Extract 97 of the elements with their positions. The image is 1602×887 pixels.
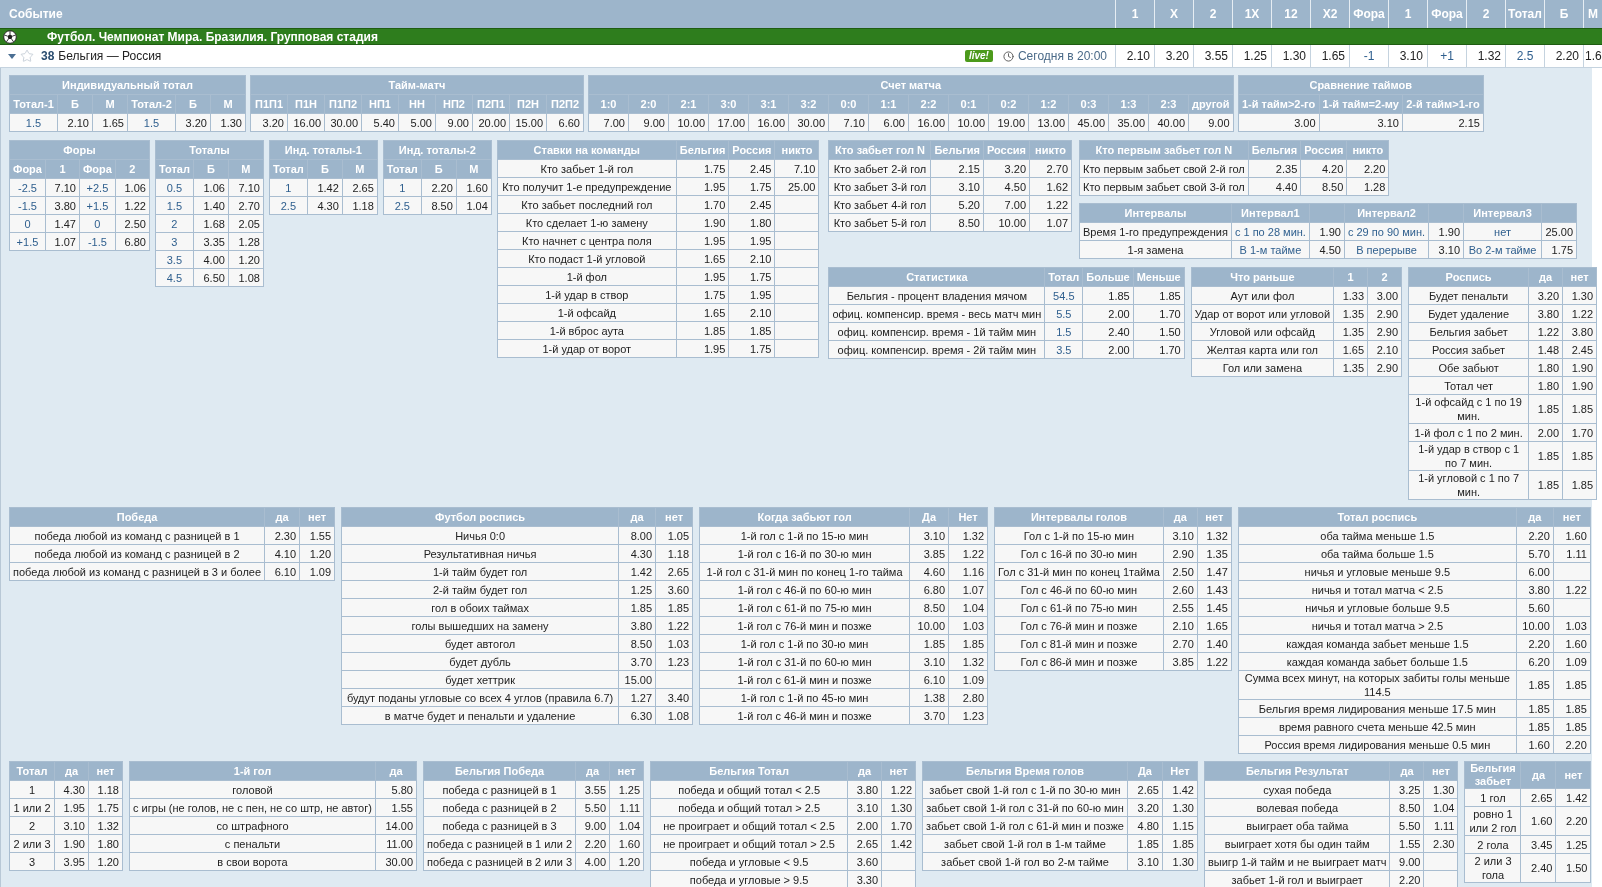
table-title: Когда забьют гол [699,507,910,527]
caret-down-icon[interactable] [8,52,16,60]
odds-cell[interactable]: 1.25 [1232,45,1271,67]
column-header: да [375,761,417,781]
column-header: Больше [1082,267,1134,287]
table-title: Футбол роспись [341,507,619,527]
event-teams[interactable]: Бельгия — Россия [58,47,162,65]
column-header: Интервал2 [1344,203,1429,223]
column-header: Да [909,507,949,527]
table-title: Что раньше [1191,267,1334,287]
column-header: никто [1029,140,1072,160]
odds-cell[interactable]: 3.20 [1154,45,1193,67]
column-header: нет [1556,761,1591,789]
column-header: нет [1424,761,1458,781]
column-header: да [618,507,656,527]
table-title: Роспись [1408,267,1529,287]
odds-cell[interactable]: 3.55 [1193,45,1232,67]
table-title: Победа [9,507,265,527]
table-cell: 2 или 3 гола [1465,853,1521,883]
table-cell: 1-й угловой с 1 по 7 мин. [1408,470,1529,500]
table-title: Инд. тоталы-2 [383,140,492,160]
table-title: Кто забьет гол N [828,140,931,160]
table-title: Тоталы [155,140,264,160]
odds-cell[interactable]: 3.10 [1388,45,1427,67]
table-title: Интервалы голов [994,507,1164,527]
column-header: никто [1346,140,1389,160]
column-header: нет [88,761,123,781]
table-title: Инд. тоталы-1 [269,140,378,160]
odds-cell[interactable]: 2.20 [1544,45,1583,67]
table-title: Статистика [828,267,1045,287]
column-header: да [1390,761,1424,781]
column-header: 2 [1367,267,1402,287]
table-title: Бельгия Победа [423,761,576,781]
table-title: Счет матча [588,75,1234,95]
column-header: Интервал3 [1463,203,1542,223]
column-header: нет [655,507,693,527]
odds-cell[interactable]: 1.32 [1466,45,1505,67]
column-header: нет [1562,267,1597,287]
column-header: Россия [1300,140,1347,160]
table-title: Интервалы [1079,203,1232,223]
table-title: Тотал [9,761,55,781]
column-header: Бельгия [930,140,984,160]
column-header: Да [1127,761,1163,781]
column-header: да [575,761,610,781]
param-cell: +1 [1427,45,1466,67]
table-cell: ровно 1 или 2 гол [1465,806,1521,836]
table-title: 1-й гол [129,761,376,781]
table-title: Тотал роспись [1238,507,1517,527]
param-cell: -1 [1349,45,1388,67]
clock-icon [1002,50,1014,62]
league-name: Футбол. Чемпионат Мира. Бразилия. Групповая стадия [47,28,378,46]
table-cell: 1-й офсайд с 1 по 19 мин. [1408,394,1529,424]
column-header: Меньше [1133,267,1185,287]
table-title: Сравнение таймов [1238,75,1484,95]
column-header: Россия [728,140,775,160]
param-cell: 2.5 [1505,45,1544,67]
column-header: Россия [983,140,1030,160]
column-header: нет [299,507,335,527]
column-header: Бельгия [1248,140,1301,160]
odds-cell[interactable]: 1.6 [1583,45,1602,67]
table-cell: 1-й удар в створ с 1 по 7 мин. [1408,441,1529,471]
column-header: 1 [1333,267,1368,287]
table-title: Кто первым забьет гол N [1079,140,1249,160]
odds-cell[interactable]: 1.30 [1271,45,1310,67]
column-header: да [264,507,300,527]
column-header: да [1521,761,1556,789]
star-icon[interactable] [20,49,34,63]
column-header: Тотал [1044,267,1083,287]
column-header: нет [1197,507,1232,527]
odds-cell[interactable]: 1.65 [1310,45,1349,67]
table-title: Форы [9,140,150,160]
table-title: Ставки на команды [497,140,677,160]
column-header: Интервал1 [1231,203,1310,223]
column-header: нет [1553,507,1591,527]
table-cell: Сумма всех минут, на которых забиты голы меньше 114.5 [1238,670,1517,700]
column-header: да [54,761,89,781]
event-time: Сегодня в 20:00 [1017,48,1107,65]
event-number: 38 [41,48,55,65]
column-header: Нет [1162,761,1198,781]
table-title: Бельгия Результат [1204,761,1390,781]
table-title: Бельгия Тотал [650,761,848,781]
table-title: Бельгия Время голов [922,761,1128,781]
column-header: Нет [948,507,988,527]
odds-cell[interactable]: 2.10 [1115,45,1154,67]
column-header: да [1528,267,1563,287]
column-header: Бельгия [676,140,729,160]
table-title: Индивидуальный тотал [9,75,246,95]
table-title: Бельгия забьет [1465,761,1521,789]
column-header: нет [609,761,644,781]
column-header: Событие [8,6,64,23]
column-header: нет [881,761,916,781]
column-header: никто [774,140,819,160]
table-title: Тайм-матч [250,75,584,95]
live-badge: live! [964,50,993,62]
column-header: да [1163,507,1198,527]
column-header: да [1516,507,1554,527]
column-header: да [847,761,882,781]
